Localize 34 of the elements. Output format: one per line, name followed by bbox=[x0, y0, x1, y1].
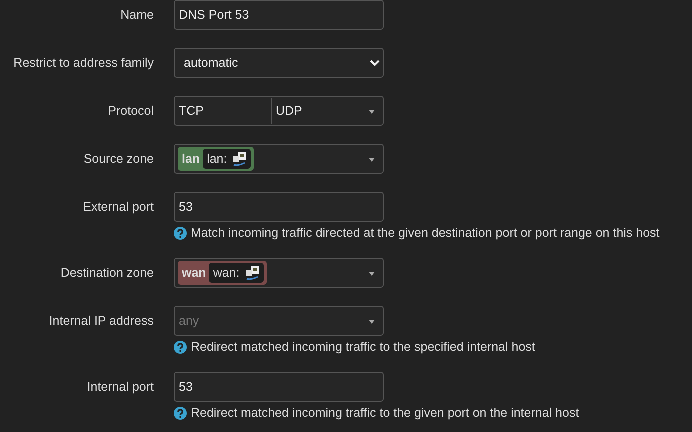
zone-name: wan bbox=[182, 266, 206, 280]
network-name: wan: bbox=[213, 266, 240, 280]
field-label: External port bbox=[83, 199, 155, 216]
help-icon bbox=[174, 340, 187, 354]
field-label: Name bbox=[120, 7, 155, 24]
field-label: Destination zone bbox=[60, 265, 155, 282]
hint-text: Redirect matched incoming traffic to the given port on the internal host bbox=[191, 406, 580, 420]
field-label: Internal port bbox=[87, 379, 155, 396]
multi-select-field[interactable]: TCP UDP bbox=[174, 96, 384, 126]
network-name: lan: bbox=[207, 152, 228, 166]
help-icon bbox=[174, 406, 187, 420]
network-icon bbox=[231, 151, 248, 167]
help-icon bbox=[174, 226, 187, 240]
text-field[interactable]: 53 bbox=[174, 372, 384, 402]
hint-text: Match incoming traffic directed at the given destination port or port range on this host bbox=[191, 226, 660, 240]
dropdown-caret-icon bbox=[369, 110, 375, 114]
hint-text: Redirect matched incoming traffic to the specified internal host bbox=[191, 340, 536, 354]
zone-select-field[interactable]: wan wan: bbox=[174, 258, 384, 288]
field-label: Restrict to address family bbox=[14, 55, 155, 72]
field-label: Internal IP address bbox=[49, 313, 155, 330]
field-label: Source zone bbox=[84, 151, 155, 168]
dropdown-caret-icon bbox=[369, 272, 375, 276]
zone-name: lan bbox=[182, 152, 200, 166]
field-label: Protocol bbox=[108, 103, 155, 120]
select-field[interactable]: automatic bbox=[174, 48, 384, 78]
option-value: TCP bbox=[178, 103, 205, 120]
dropdown-caret-icon bbox=[369, 320, 375, 324]
zone-select-field[interactable]: lan lan: bbox=[174, 144, 384, 174]
dropdown-caret-icon bbox=[369, 158, 375, 162]
text-field[interactable]: DNS Port 53 bbox=[174, 0, 384, 30]
option-value: UDP bbox=[271, 98, 368, 124]
placeholder-text: any bbox=[178, 314, 200, 328]
text-field[interactable]: 53 bbox=[174, 192, 384, 222]
network-icon bbox=[244, 265, 260, 281]
